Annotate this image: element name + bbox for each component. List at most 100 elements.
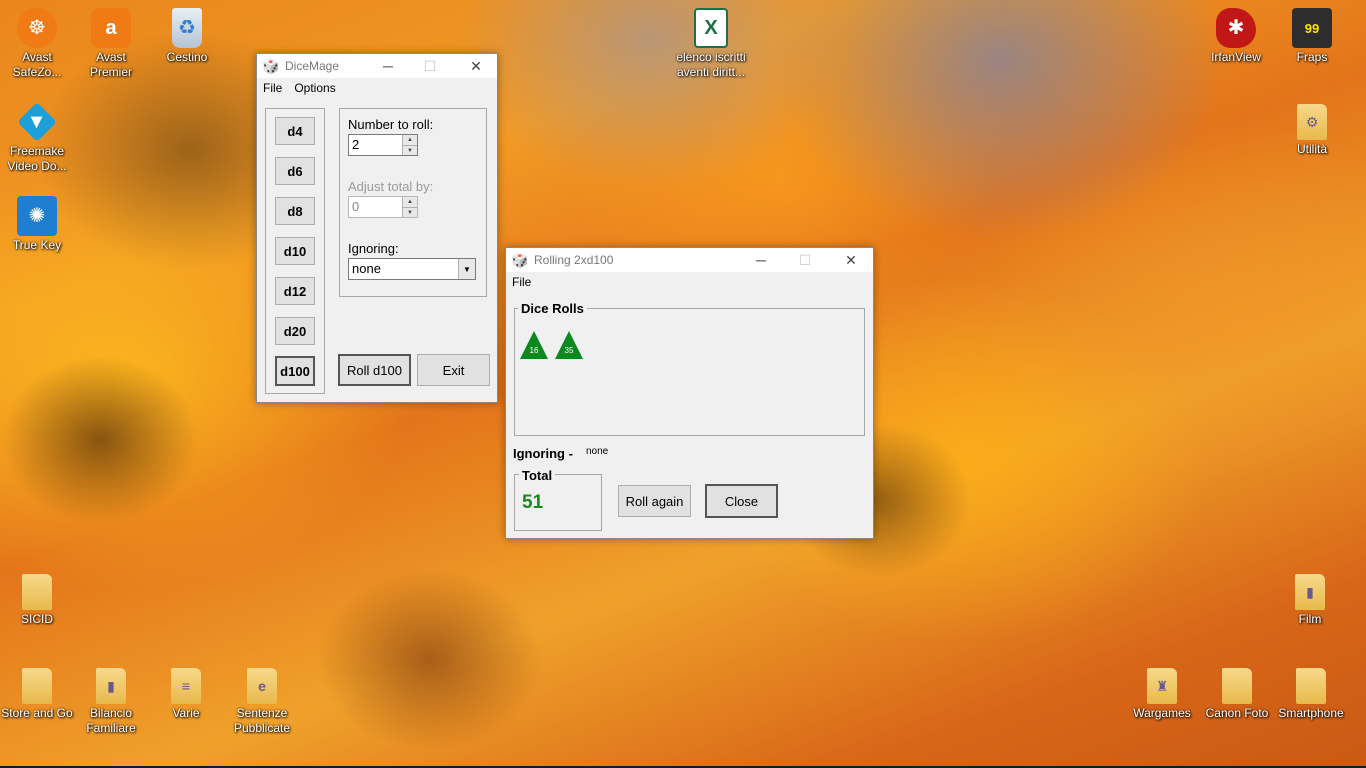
d4-button[interactable]: d4	[275, 117, 315, 145]
desktop-icon-label: SICID	[20, 612, 53, 626]
folder-icon	[22, 574, 52, 610]
folder-icon	[22, 668, 52, 704]
close-window-button[interactable]: ✕	[453, 54, 499, 78]
desktop-icon-utilita[interactable]: ⚙ Utilità	[1275, 104, 1349, 157]
total-value: 51	[522, 492, 544, 513]
ignoring-select[interactable]: none ▼	[348, 258, 476, 280]
menu-bar: File Options	[257, 78, 497, 98]
dice-rolls-label: Dice Rolls	[518, 301, 587, 316]
folder-icon	[1296, 668, 1326, 704]
fraps-icon: 99	[1292, 8, 1332, 48]
desktop-icon-varie[interactable]: ≡ Varie	[149, 668, 223, 721]
desktop-icon-label: Utilità	[1296, 142, 1327, 156]
rolling-titlebar[interactable]: 🎲 Rolling 2xd100 ─ ☐ ✕	[506, 248, 873, 272]
desktop-icon-cestino[interactable]: ♻ Cestino	[150, 8, 224, 65]
adjust-total-label: Adjust total by:	[348, 179, 434, 194]
desktop-icon-bilancio[interactable]: ▮ Bilancio Familiare	[74, 668, 148, 736]
folder-icon: ▮	[96, 668, 126, 704]
die-value: 35	[564, 346, 574, 355]
desktop-icon-elenco[interactable]: X elenco iscritti aventi diritt...	[674, 8, 748, 80]
number-to-roll-value: 2	[352, 137, 360, 152]
desktop-icon-label: Film	[1298, 612, 1322, 626]
desktop-icon-store-and-go[interactable]: Store and Go	[0, 668, 74, 721]
desktop-icon-avast-premier[interactable]: a Avast Premier	[74, 8, 148, 80]
number-to-roll-stepper[interactable]: 2 ▲ ▼	[348, 134, 418, 156]
window-title: Rolling 2xd100	[534, 253, 614, 267]
recycle-bin-icon: ♻	[172, 8, 202, 48]
desktop-icon-label: Bilancio Familiare	[86, 706, 136, 735]
folder-icon	[1222, 668, 1252, 704]
folder-icon: e	[247, 668, 277, 704]
spin-down-icon[interactable]: ▼	[403, 146, 417, 156]
desktop-icon-label: Avast SafeZo...	[12, 50, 62, 79]
close-button[interactable]: Close	[705, 484, 778, 518]
number-to-roll-label: Number to roll:	[348, 117, 434, 132]
menu-file[interactable]: File	[257, 81, 288, 95]
d10-button[interactable]: d10	[275, 237, 315, 265]
stepper-arrows[interactable]: ▲ ▼	[402, 135, 417, 155]
freemake-glyph: ▼	[27, 110, 47, 133]
desktop-icon-smartphone[interactable]: Smartphone	[1274, 668, 1348, 721]
rolling-window: 🎲 Rolling 2xd100 ─ ☐ ✕ File Dice Rolls 1…	[505, 247, 874, 539]
desktop-icon-label: Smartphone	[1278, 706, 1344, 720]
stepper-arrows: ▲ ▼	[402, 197, 417, 217]
close-window-button[interactable]: ✕	[828, 248, 874, 272]
ignoring-label: Ignoring:	[348, 241, 399, 256]
desktop-icon-sentenze[interactable]: e Sentenze Pubblicate	[225, 668, 299, 736]
desktop-icon-label: Store and Go	[1, 706, 73, 720]
dice-app-icon: 🎲	[262, 57, 280, 74]
desktop-icon-fraps[interactable]: 99 Fraps	[1275, 8, 1349, 65]
d12-button[interactable]: d12	[275, 277, 315, 305]
window-title: DiceMage	[285, 59, 340, 73]
menu-options[interactable]: Options	[288, 81, 341, 95]
dicemage-titlebar[interactable]: 🎲 DiceMage ─ ☐ ✕	[257, 54, 497, 78]
desktop-icon-irfanview[interactable]: ✱ IrfanView	[1199, 8, 1273, 65]
desktop-icon-wargames[interactable]: ♜ Wargames	[1125, 668, 1199, 721]
desktop-icon-label: Cestino	[166, 50, 208, 64]
spin-up-icon: ▲	[403, 197, 417, 208]
desktop-icon-label: True Key	[12, 238, 62, 252]
minimize-button[interactable]: ─	[738, 248, 784, 272]
maximize-button: ☐	[798, 251, 812, 268]
die-value: 16	[529, 346, 539, 355]
desktop-icon-avast-safezone[interactable]: ☸ Avast SafeZo...	[0, 8, 74, 80]
roll-button[interactable]: Roll d100	[338, 354, 411, 386]
desktop-icon-sicid[interactable]: SICID	[0, 574, 74, 627]
folder-icon: ♜	[1147, 668, 1177, 704]
menu-file[interactable]: File	[506, 275, 537, 289]
total-label: Total	[519, 468, 556, 483]
avast-safezone-icon: ☸	[17, 8, 57, 48]
desktop-icon-label: IrfanView	[1211, 50, 1261, 64]
menu-bar: File	[506, 272, 873, 292]
true-key-icon: ✺	[17, 196, 57, 236]
desktop-icon-film[interactable]: ▮ Film	[1273, 574, 1347, 627]
desktop-icon-label: Wargames	[1133, 706, 1191, 720]
roll-again-button[interactable]: Roll again	[618, 485, 691, 517]
exit-button[interactable]: Exit	[417, 354, 490, 386]
d8-button[interactable]: d8	[275, 197, 315, 225]
desktop-icon-label: Freemake Video Do...	[7, 144, 67, 173]
maximize-button: ☐	[423, 57, 437, 74]
dice-app-icon: 🎲	[511, 251, 529, 268]
desktop-icon-freemake[interactable]: ▼ Freemake Video Do...	[0, 102, 74, 174]
desktop-icon-label: elenco iscritti aventi diritt...	[676, 50, 746, 79]
ignoring-selected-value: none	[352, 261, 381, 276]
d20-button[interactable]: d20	[275, 317, 315, 345]
chevron-down-icon[interactable]: ▼	[458, 259, 475, 279]
ignoring-value: none	[586, 446, 609, 457]
desktop-icon-label: Sentenze Pubblicate	[233, 706, 291, 735]
d6-button[interactable]: d6	[275, 157, 315, 185]
ignoring-heading: Ignoring -	[513, 446, 573, 461]
adjust-total-value: 0	[352, 199, 360, 214]
desktop-icon-label: Canon Foto	[1205, 706, 1269, 720]
adjust-total-stepper: 0 ▲ ▼	[348, 196, 418, 218]
folder-icon: ⚙	[1297, 104, 1327, 140]
desktop-icon-canon[interactable]: Canon Foto	[1200, 668, 1274, 721]
desktop-icon-true-key[interactable]: ✺ True Key	[0, 196, 74, 253]
desktop-icon-label: Varie	[172, 706, 200, 720]
spin-up-icon[interactable]: ▲	[403, 135, 417, 146]
d100-button[interactable]: d100	[275, 356, 315, 386]
avast-premier-icon: a	[91, 8, 131, 48]
minimize-button[interactable]: ─	[365, 54, 411, 78]
folder-icon: ≡	[171, 668, 201, 704]
